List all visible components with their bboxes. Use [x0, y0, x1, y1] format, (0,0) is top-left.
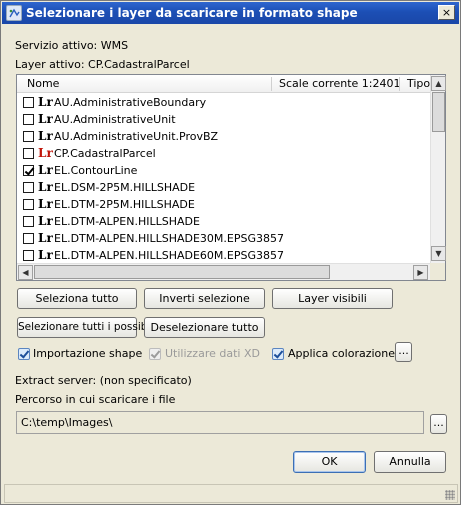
layer-checkbox[interactable] — [23, 216, 34, 227]
close-button[interactable]: × — [438, 5, 455, 20]
layer-checkbox[interactable] — [23, 114, 34, 125]
import-shape-checkbox[interactable] — [18, 348, 30, 360]
app-icon — [6, 5, 22, 21]
scroll-right-arrow-icon[interactable]: ▶ — [413, 265, 428, 280]
layer-checkbox[interactable] — [23, 148, 34, 159]
scroll-down-arrow-icon[interactable]: ▼ — [431, 246, 446, 261]
layer-icon: Lr — [38, 146, 53, 160]
download-path-label: Percorso in cui scaricare i file — [15, 393, 176, 406]
status-bar — [4, 484, 458, 503]
use-xd-checkbox — [149, 348, 161, 360]
visible-layers-button[interactable]: Layer visibili — [272, 288, 393, 309]
table-row[interactable]: Lr AU.AdministrativeUnit — [17, 111, 430, 128]
layer-name: AU.AdministrativeUnit — [54, 113, 176, 126]
layer-checkbox[interactable] — [23, 97, 34, 108]
color-options-button[interactable]: ... — [395, 342, 412, 362]
layer-name: EL.DTM-ALPEN.HILLSHADE30M.EPSG3857 — [54, 232, 284, 245]
deselect-all-button[interactable]: Deselezionare tutto — [144, 317, 265, 338]
column-header-type[interactable]: Tipo — [401, 75, 430, 93]
ok-button[interactable]: OK — [293, 451, 366, 473]
list-header: Nome Scale corrente 1:2401 Tipo — [17, 75, 430, 93]
scroll-up-arrow-icon[interactable]: ▲ — [431, 76, 446, 91]
horizontal-scrollbar[interactable]: ◀ ▶ — [17, 263, 430, 280]
table-row[interactable]: Lr CP.CadastralParcel — [17, 145, 430, 162]
layer-checkbox[interactable] — [23, 182, 34, 193]
layer-icon: Lr — [38, 129, 53, 143]
service-label: Servizio attivo: WMS — [15, 39, 129, 52]
layer-name: EL.DTM-ALPEN.HILLSHADE60M.EPSG3857 — [54, 249, 284, 262]
layer-icon: Lr — [38, 197, 53, 211]
table-row[interactable]: Lr EL.DSM-2P5M.HILLSHADE — [17, 179, 430, 196]
title-bar: Selezionare i layer da scaricare in form… — [2, 2, 459, 24]
layer-icon: Lr — [38, 163, 53, 177]
dialog-window: Selezionare i layer da scaricare in form… — [0, 0, 461, 505]
layer-name: EL.DTM-2P5M.HILLSHADE — [54, 198, 195, 211]
layer-checkbox[interactable] — [23, 131, 34, 142]
scroll-left-arrow-icon[interactable]: ◀ — [18, 265, 33, 280]
layer-checkbox[interactable] — [23, 165, 34, 176]
window-title: Selezionare i layer da scaricare in form… — [26, 6, 358, 20]
layer-list[interactable]: Nome Scale corrente 1:2401 Tipo Lr AU.Adm… — [16, 74, 446, 281]
use-xd-label: Utilizzare dati XD — [165, 347, 260, 360]
scroll-corner — [430, 263, 445, 280]
layer-name: EL.DSM-2P5M.HILLSHADE — [54, 181, 196, 194]
invert-selection-button[interactable]: Inverti selezione — [144, 288, 265, 309]
layer-name: CP.CadastralParcel — [54, 147, 156, 160]
table-row[interactable]: Lr EL.DTM-ALPEN.HILLSHADE60M.EPSG3857 — [17, 247, 430, 264]
column-header-scale[interactable]: Scale corrente 1:2401 — [273, 75, 399, 93]
layer-checkbox[interactable] — [23, 199, 34, 210]
vertical-scrollbar[interactable]: ▲ ▼ — [430, 75, 446, 263]
layer-icon: Lr — [38, 231, 53, 245]
select-all-possible-button[interactable]: Selezionare tutti i possibili — [17, 317, 156, 338]
column-header-name[interactable]: Nome — [21, 75, 271, 93]
active-layer-label: Layer attivo: CP.CadastralParcel — [15, 58, 190, 71]
layer-name: EL.ContourLine — [54, 164, 138, 177]
layer-icon: Lr — [38, 95, 53, 109]
layer-icon: Lr — [38, 248, 53, 262]
resize-grip-icon[interactable] — [445, 490, 455, 500]
table-row[interactable]: Lr EL.DTM-2P5M.HILLSHADE — [17, 196, 430, 213]
layer-checkbox[interactable] — [23, 233, 34, 244]
select-all-button[interactable]: Seleziona tutto — [17, 288, 137, 309]
apply-color-label[interactable]: Applica colorazione — [288, 347, 395, 360]
layer-icon: Lr — [38, 112, 53, 126]
download-path-field[interactable]: C:\temp\Images\ — [16, 411, 424, 434]
table-row[interactable]: Lr EL.DTM-ALPEN.HILLSHADE — [17, 213, 430, 230]
layer-icon: Lr — [38, 180, 53, 194]
apply-color-checkbox[interactable] — [272, 348, 284, 360]
layer-name: AU.AdministrativeBoundary — [54, 96, 207, 109]
layer-checkbox[interactable] — [23, 250, 34, 261]
table-row[interactable]: Lr EL.ContourLine — [17, 162, 430, 179]
extract-server-label: Extract server: (non specificato) — [15, 374, 192, 387]
horizontal-scroll-thumb[interactable] — [34, 265, 330, 279]
table-row[interactable]: Lr AU.AdministrativeBoundary — [17, 94, 430, 111]
column-separator[interactable] — [271, 77, 272, 91]
vertical-scroll-thumb[interactable] — [432, 92, 445, 132]
layer-name: EL.DTM-ALPEN.HILLSHADE — [54, 215, 200, 228]
table-row[interactable]: Lr EL.DTM-ALPEN.HILLSHADE30M.EPSG3857 — [17, 230, 430, 247]
layer-icon: Lr — [38, 214, 53, 228]
layer-name: AU.AdministrativeUnit.ProvBZ — [54, 130, 219, 143]
import-shape-label[interactable]: Importazione shape — [33, 347, 142, 360]
browse-button[interactable]: ... — [430, 414, 447, 434]
table-row[interactable]: Lr AU.AdministrativeUnit.ProvBZ — [17, 128, 430, 145]
column-separator[interactable] — [399, 77, 400, 91]
cancel-button[interactable]: Annulla — [374, 451, 446, 473]
